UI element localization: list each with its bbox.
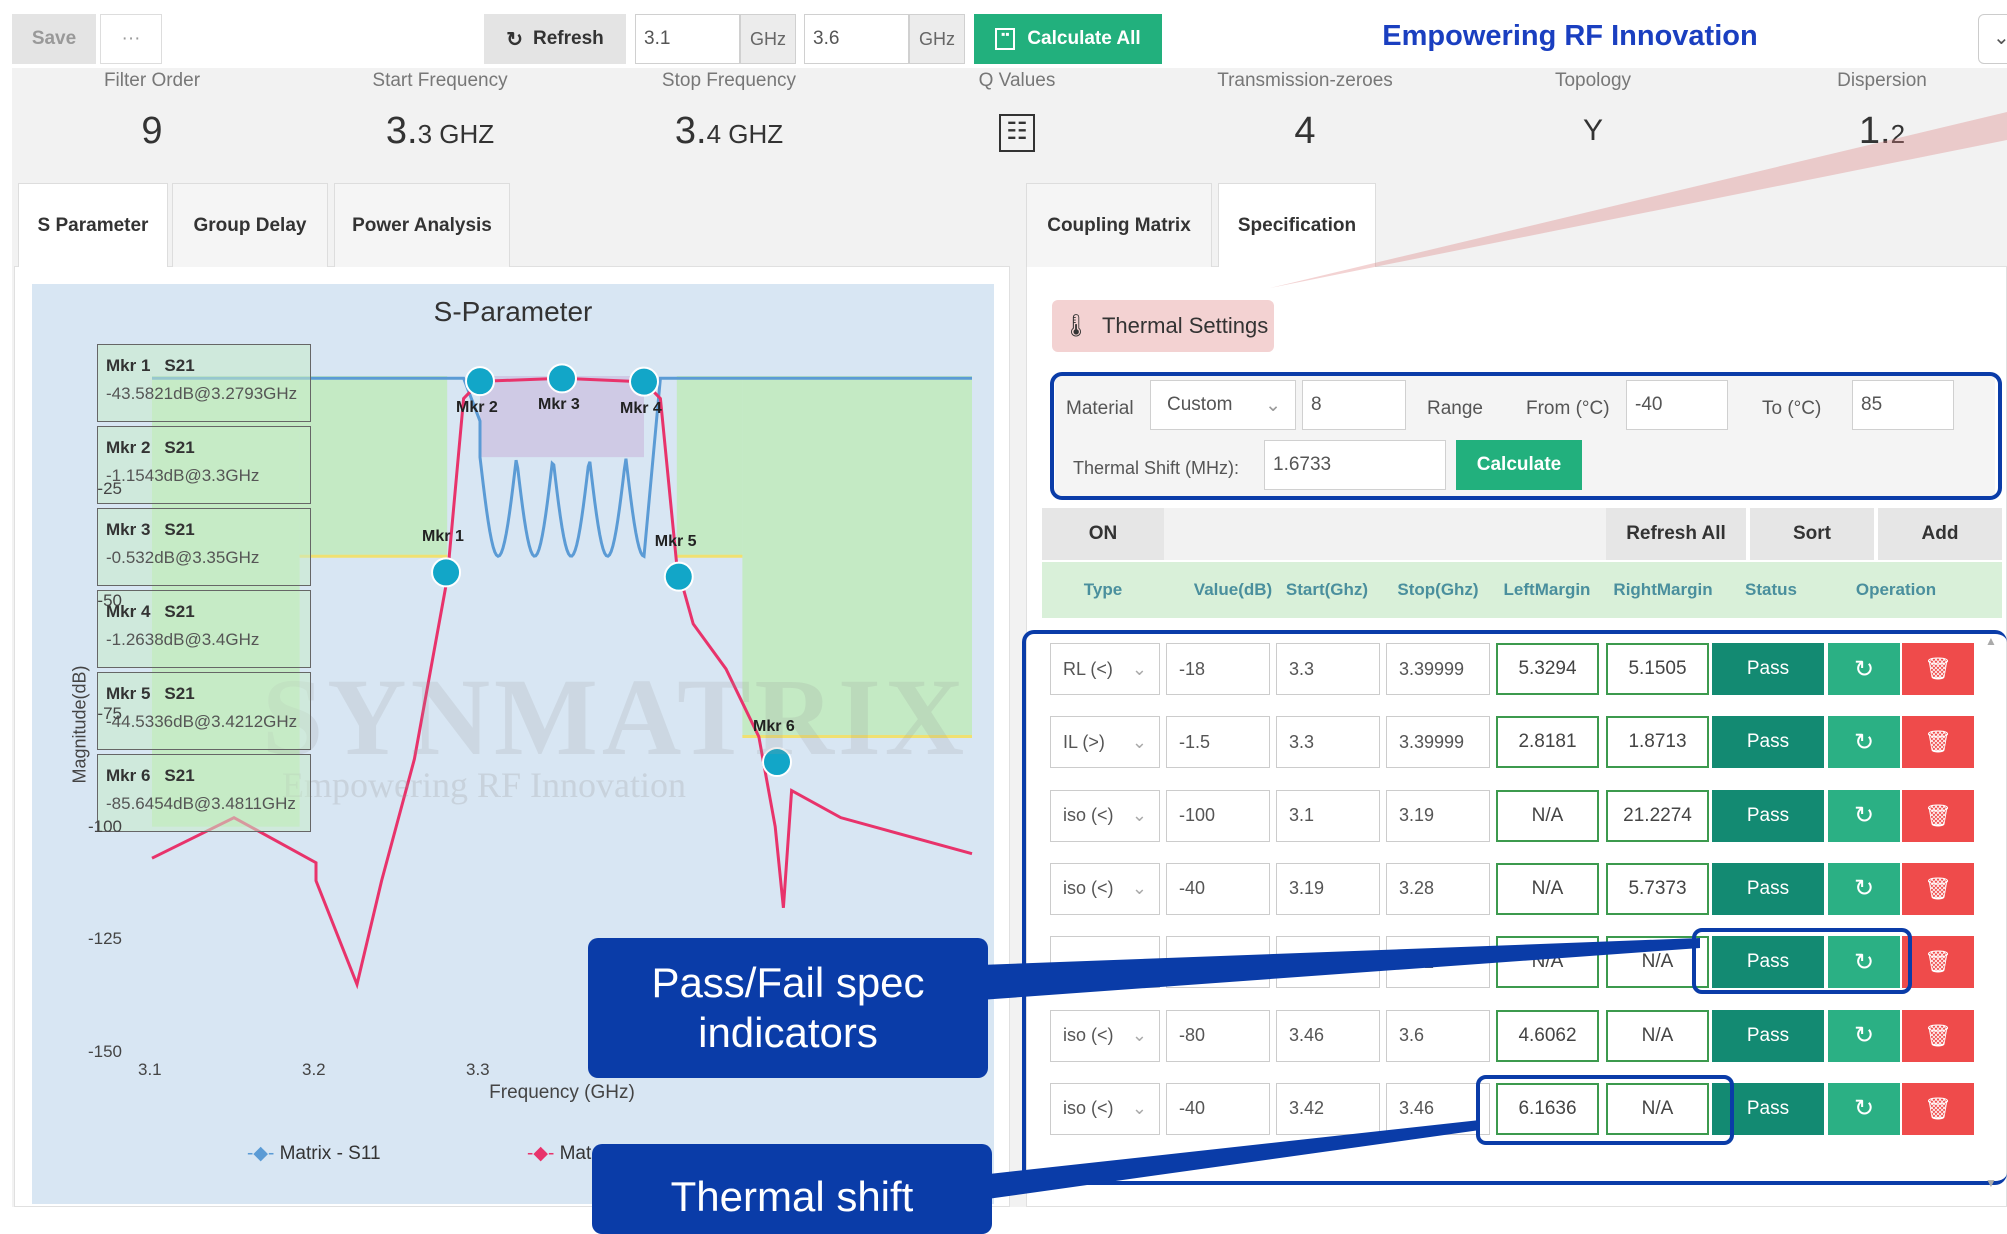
callout-pointers — [980, 112, 2007, 1200]
thermal-pointer — [980, 1120, 1480, 1200]
passfail-pointer — [980, 938, 1700, 1000]
passfail-highlight-box — [1692, 928, 1912, 994]
spec-tab-pointer — [1270, 112, 2007, 288]
passfail-callout: Pass/Fail spec indicators — [588, 938, 988, 1078]
thermal-shift-highlight-box — [1476, 1075, 1734, 1145]
thermal-shift-callout: Thermal shift — [592, 1144, 992, 1234]
